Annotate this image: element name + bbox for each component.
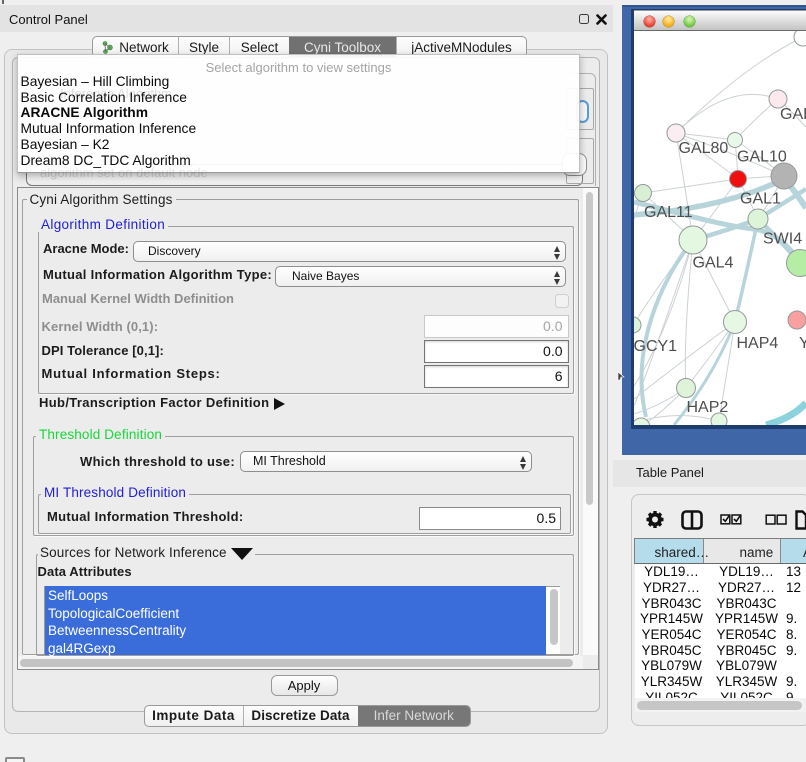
svg-text:GAL80: GAL80 (679, 140, 729, 157)
svg-text:GCY1: GCY1 (634, 338, 677, 355)
svg-text:Y: Y (799, 335, 806, 352)
svg-text:GAL4: GAL4 (693, 255, 734, 272)
svg-text:GAL: GAL (780, 106, 806, 123)
svg-text:HAP2: HAP2 (687, 399, 729, 416)
svg-text:GAL1: GAL1 (740, 191, 781, 208)
svg-text:GAL11: GAL11 (644, 204, 693, 221)
svg-text:SWI4: SWI4 (763, 231, 802, 248)
svg-text:HAP4: HAP4 (737, 335, 779, 352)
svg-text:GAL10: GAL10 (737, 149, 787, 166)
